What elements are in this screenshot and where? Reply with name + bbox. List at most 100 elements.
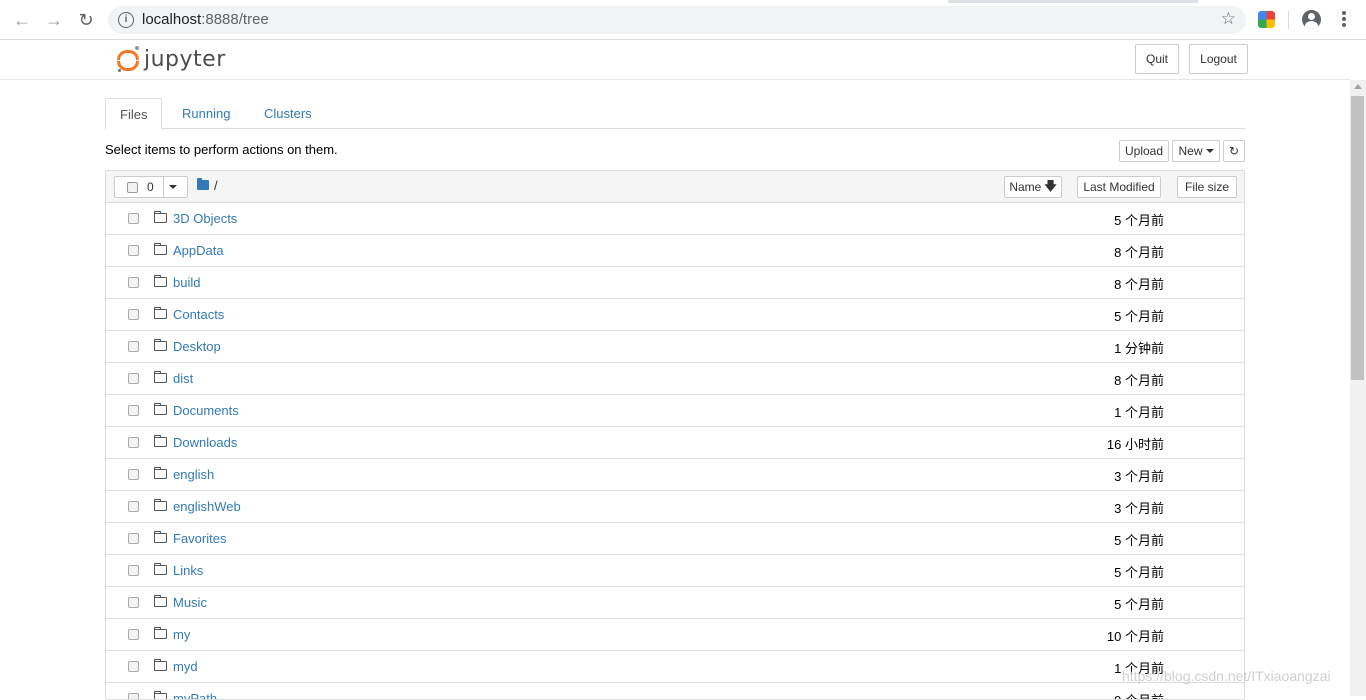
item-name-link[interactable]: my	[173, 627, 190, 642]
item-checkbox[interactable]	[128, 373, 139, 384]
item-checkbox[interactable]	[128, 693, 139, 699]
list-item[interactable]: my 10 个月前	[106, 619, 1244, 651]
list-item[interactable]: Documents 1 个月前	[106, 395, 1244, 427]
folder-icon	[154, 339, 167, 351]
item-modified: 8 个月前	[1114, 373, 1164, 388]
item-checkbox[interactable]	[128, 565, 139, 576]
item-checkbox[interactable]	[128, 341, 139, 352]
folder-icon	[154, 211, 167, 223]
folder-icon	[154, 371, 167, 383]
jupyter-logo[interactable]: jupyter	[116, 44, 226, 74]
item-name-link[interactable]: AppData	[173, 243, 224, 258]
item-modified: 9 个月前	[1114, 690, 1164, 699]
item-checkbox[interactable]	[128, 437, 139, 448]
item-modified: 5 个月前	[1114, 213, 1164, 228]
tab-bar: Files Running Clusters	[105, 98, 1245, 130]
item-name-link[interactable]: Downloads	[173, 435, 237, 450]
list-item[interactable]: myPath9 个月前	[106, 683, 1244, 699]
bookmark-star-icon[interactable]: ☆	[1221, 9, 1236, 29]
list-item[interactable]: Desktop 1 分钟前	[106, 331, 1244, 363]
forward-arrow-icon[interactable]: →	[42, 8, 66, 32]
item-modified: 10 个月前	[1106, 629, 1164, 644]
item-checkbox[interactable]	[128, 661, 139, 672]
item-checkbox[interactable]	[128, 597, 139, 608]
item-name-link[interactable]: myd	[173, 659, 198, 674]
item-modified: 8 个月前	[1114, 277, 1164, 292]
watermark-text: https://blog.csdn.net/ITxiaoangzai	[1122, 668, 1331, 684]
item-name-link[interactable]: Contacts	[173, 307, 224, 322]
kebab-menu-icon[interactable]	[1337, 9, 1351, 31]
item-name-link[interactable]: 3D Objects	[173, 211, 237, 226]
list-item[interactable]: Downloads 16 小时前	[106, 427, 1244, 459]
item-name-link[interactable]: Desktop	[173, 339, 221, 354]
sort-by-modified-button[interactable]: Last Modified	[1077, 176, 1161, 198]
list-item[interactable]: 3D Objects 5 个月前	[106, 203, 1244, 235]
item-checkbox[interactable]	[128, 533, 139, 544]
back-arrow-icon[interactable]: ←	[10, 8, 34, 32]
folder-icon	[154, 531, 167, 543]
quit-button[interactable]: Quit	[1135, 44, 1179, 74]
list-item[interactable]: Favorites 5 个月前	[106, 523, 1244, 555]
address-bar[interactable]: i localhost:8888/tree ☆	[108, 6, 1246, 34]
folder-icon	[154, 467, 167, 479]
selection-dropdown-icon[interactable]	[169, 185, 177, 189]
list-item[interactable]: build 8 个月前	[106, 267, 1244, 299]
folder-icon	[154, 691, 167, 699]
item-name-link[interactable]: Favorites	[173, 531, 226, 546]
item-checkbox[interactable]	[128, 501, 139, 512]
item-modified: 1 个月前	[1114, 405, 1164, 420]
folder-icon[interactable]	[197, 178, 209, 190]
folder-icon	[154, 307, 167, 319]
item-checkbox[interactable]	[128, 469, 139, 480]
logout-button[interactable]: Logout	[1189, 44, 1248, 74]
item-name-link[interactable]: english	[173, 467, 214, 482]
breadcrumb[interactable]: /	[214, 178, 218, 193]
sort-by-name-button[interactable]: Name 🡇	[1004, 176, 1062, 198]
new-dropdown-button[interactable]: New	[1172, 140, 1220, 162]
item-checkbox[interactable]	[128, 405, 139, 416]
list-item[interactable]: Music 5 个月前	[106, 587, 1244, 619]
list-item[interactable]: Contacts 5 个月前	[106, 299, 1244, 331]
scroll-up-icon[interactable]	[1354, 84, 1362, 89]
list-item[interactable]: dist 8 个月前	[106, 363, 1244, 395]
item-checkbox[interactable]	[128, 245, 139, 256]
info-icon[interactable]: i	[118, 12, 134, 28]
item-name-link[interactable]: Links	[173, 563, 203, 578]
list-item[interactable]: myd 1 个月前	[106, 651, 1244, 683]
scrollbar-thumb[interactable]	[1351, 96, 1364, 380]
select-all-checkbox[interactable]	[127, 182, 138, 193]
list-item[interactable]: AppData 8 个月前	[106, 235, 1244, 267]
refresh-icon: ↻	[1228, 144, 1240, 158]
tab-clusters[interactable]: Clusters	[250, 98, 326, 129]
select-all-group[interactable]: 0	[114, 176, 188, 198]
list-item[interactable]: english 3 个月前	[106, 459, 1244, 491]
list-item[interactable]: Links 5 个月前	[106, 555, 1244, 587]
account-icon[interactable]	[1302, 10, 1321, 29]
arrow-down-icon: 🡇	[1044, 178, 1057, 193]
extension-icon[interactable]	[1258, 11, 1275, 28]
item-name-link[interactable]: dist	[173, 371, 193, 386]
refresh-button[interactable]: ↻	[1223, 140, 1245, 162]
page-scrollbar[interactable]	[1350, 80, 1366, 696]
url-text[interactable]: localhost:8888/tree	[142, 11, 269, 28]
caret-down-icon	[1205, 149, 1214, 153]
item-checkbox[interactable]	[128, 629, 139, 640]
sort-by-size-button[interactable]: File size	[1177, 176, 1237, 198]
folder-icon	[154, 435, 167, 447]
reload-icon[interactable]: ↻	[74, 8, 98, 32]
item-name-link[interactable]: englishWeb	[173, 499, 241, 514]
new-button-label: New	[1178, 144, 1203, 158]
tab-files[interactable]: Files	[105, 98, 163, 130]
item-checkbox[interactable]	[128, 277, 139, 288]
item-name-link[interactable]: Documents	[173, 403, 239, 418]
item-checkbox[interactable]	[128, 309, 139, 320]
tab-running[interactable]: Running	[168, 98, 244, 129]
item-checkbox[interactable]	[128, 213, 139, 224]
folder-icon	[154, 595, 167, 607]
item-name-link[interactable]: Music	[173, 595, 207, 610]
url-host: localhost	[142, 11, 202, 28]
list-item[interactable]: englishWeb 3 个月前	[106, 491, 1244, 523]
upload-button[interactable]: Upload	[1119, 140, 1169, 162]
folder-icon	[154, 243, 167, 255]
item-name-link[interactable]: build	[173, 275, 200, 290]
